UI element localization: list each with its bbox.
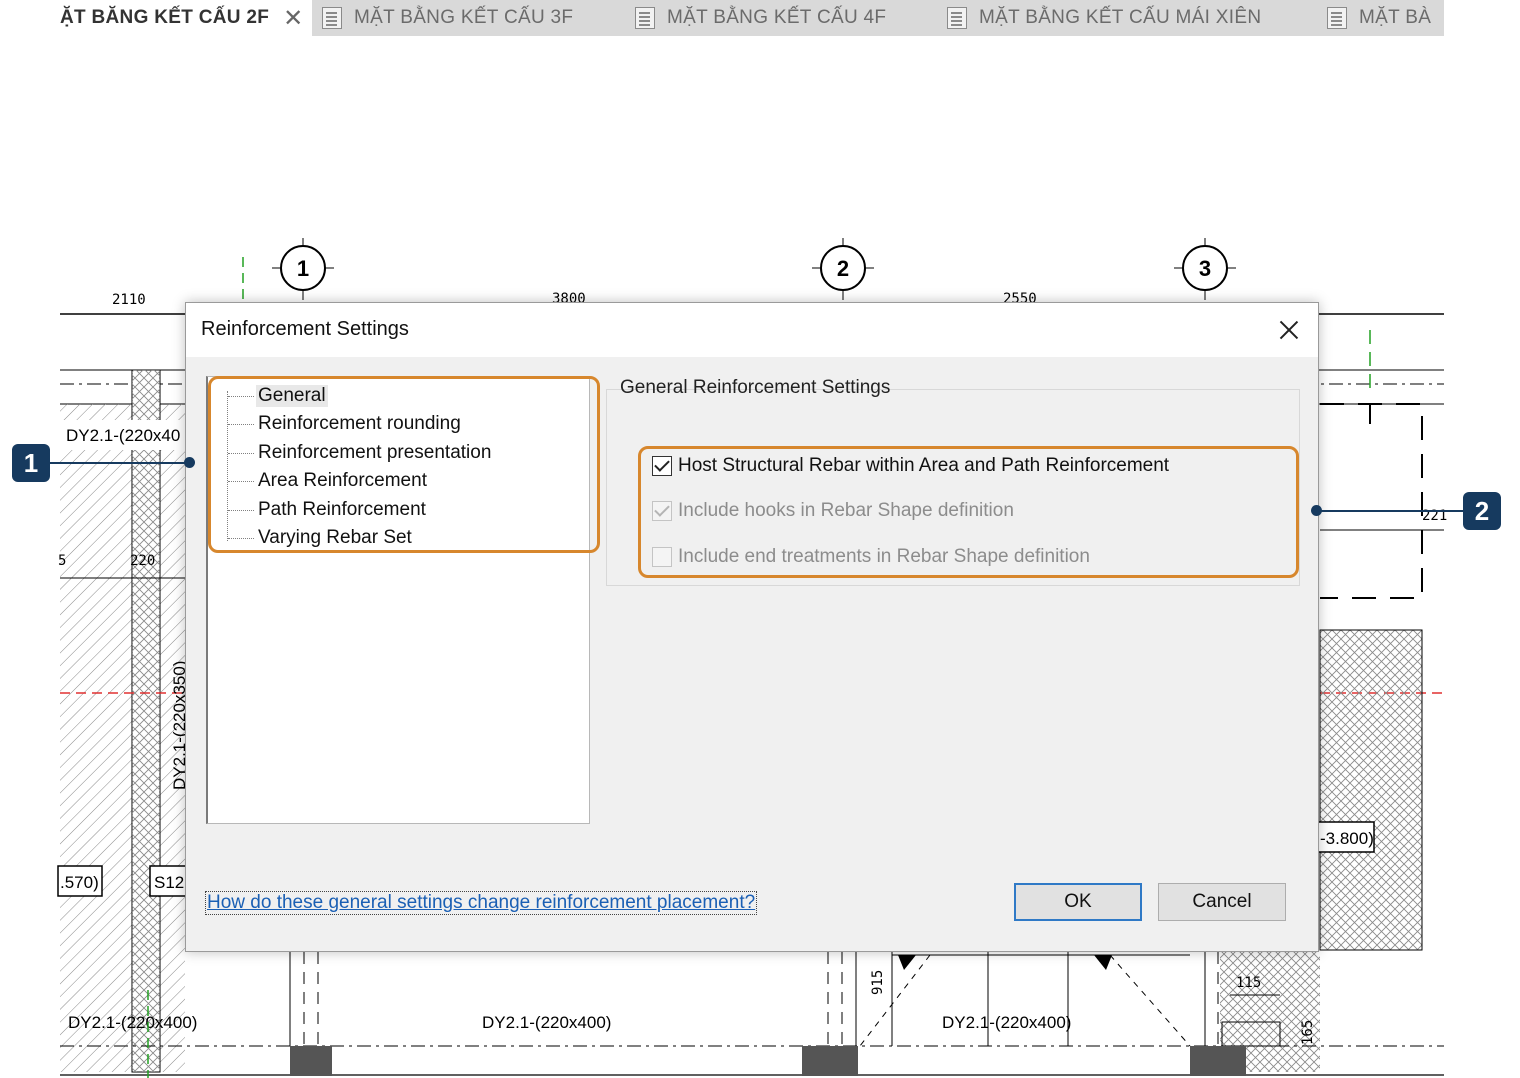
wall-hatch	[60, 404, 185, 1072]
dimension-text: 915	[870, 970, 886, 995]
checkbox-checked-disabled	[652, 501, 672, 521]
tree-item-label: Path Reinforcement	[258, 499, 426, 520]
beam-label: DY2.1-(220x400)	[68, 1013, 197, 1032]
tree-item-label: Varying Rebar Set	[258, 527, 412, 548]
beam-label: DY2.1-(220x400)	[942, 1013, 1071, 1032]
beam-label: DY2.1-(220x400)	[482, 1013, 611, 1032]
checkbox-checked[interactable]	[652, 456, 672, 476]
cancel-button[interactable]: Cancel	[1158, 883, 1286, 921]
beam-label: DY2.1-(220x40	[66, 426, 180, 445]
dimension-text: 5	[58, 553, 66, 569]
grid-bubble-1: 1	[272, 238, 334, 300]
grid-bubble-3: 3	[1174, 238, 1236, 300]
tree-item-reinforcement-rounding[interactable]: Reinforcement rounding	[228, 410, 463, 438]
callout-dot	[1311, 505, 1322, 516]
tree-item-area-reinforcement[interactable]: Area Reinforcement	[228, 467, 429, 495]
dimension-text: 2110	[112, 292, 146, 308]
ok-button[interactable]: OK	[1014, 883, 1142, 921]
slab-tag: S12	[154, 873, 184, 892]
help-link[interactable]: How do these general settings change rei…	[205, 891, 758, 915]
dialog-title: Reinforcement Settings	[201, 318, 409, 340]
tree-item-label: General	[256, 385, 328, 407]
callout-leader	[50, 462, 190, 464]
level-tag: -3.800)	[1320, 829, 1374, 848]
grid-label: 3	[1199, 256, 1211, 281]
option-label: Include end treatments in Rebar Shape de…	[678, 546, 1090, 567]
tree-item-label: Area Reinforcement	[258, 470, 427, 491]
include-hooks-option: Include hooks in Rebar Shape definition	[652, 496, 1014, 526]
group-title: General Reinforcement Settings	[620, 377, 891, 398]
grid-bubble-2: 2	[812, 238, 874, 300]
include-end-treatments-option: Include end treatments in Rebar Shape de…	[652, 542, 1090, 572]
column	[802, 1046, 858, 1076]
tree-item-label: Reinforcement presentation	[258, 442, 492, 463]
tree-item-reinforcement-presentation[interactable]: Reinforcement presentation	[228, 439, 493, 467]
dimension-text: 115	[1236, 975, 1261, 991]
tree-item-general[interactable]: General	[228, 382, 328, 410]
dimension-text: 165	[1300, 1020, 1316, 1045]
tree-item-path-reinforcement[interactable]: Path Reinforcement	[228, 496, 428, 524]
settings-category-tree[interactable]: General Reinforcement rounding Reinforce…	[206, 376, 590, 824]
callout-badge-2: 2	[1463, 492, 1501, 530]
grid-label: 1	[297, 256, 309, 281]
dialog-title-bar[interactable]: Reinforcement Settings	[186, 303, 1318, 357]
tree-item-label: Reinforcement rounding	[258, 413, 461, 434]
callout-leader	[1318, 510, 1463, 512]
grid-label: 2	[837, 256, 849, 281]
callout-dot	[184, 457, 195, 468]
close-icon[interactable]	[1270, 311, 1308, 349]
column	[290, 1046, 332, 1076]
level-tag: .570)	[60, 873, 99, 892]
tree-item-varying-rebar-set[interactable]: Varying Rebar Set	[228, 524, 414, 552]
option-label: Host Structural Rebar within Area and Pa…	[678, 455, 1170, 476]
option-label: Include hooks in Rebar Shape definition	[678, 500, 1014, 521]
reinforcement-settings-dialog: Reinforcement Settings General Reinforce…	[185, 302, 1319, 952]
checkbox-unchecked-disabled	[652, 547, 672, 567]
callout-badge-1: 1	[12, 444, 50, 482]
column	[1190, 1046, 1246, 1076]
host-rebar-option[interactable]: Host Structural Rebar within Area and Pa…	[652, 451, 1169, 481]
dimension-text: 220	[130, 553, 155, 569]
